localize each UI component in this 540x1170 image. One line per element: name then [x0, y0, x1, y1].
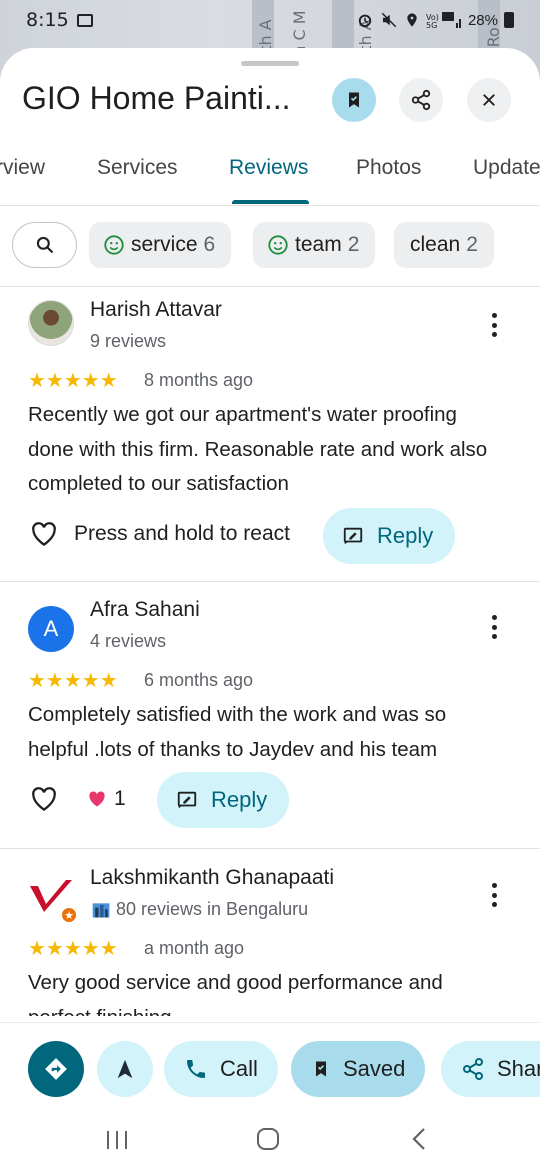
reply-label: Reply: [377, 523, 434, 548]
start-navigation-button[interactable]: [97, 1041, 153, 1097]
share-icon: [411, 89, 431, 111]
home-icon[interactable]: [255, 1126, 281, 1152]
chip-label: clean: [410, 233, 461, 256]
star-rating: ★★★★★: [28, 938, 118, 960]
phone-icon: [187, 1060, 205, 1078]
react-control[interactable]: Press and hold to react: [28, 519, 290, 549]
city-icon: [92, 902, 110, 917]
tab-bar: rview Services Reviews Photos Update: [0, 146, 540, 206]
tab-services[interactable]: Services: [97, 156, 178, 180]
status-bar: 8:15 Vo) 5G 28%: [0, 0, 540, 40]
chip-label: service: [131, 233, 198, 256]
status-time: 8:15: [26, 9, 69, 31]
call-label: Call: [220, 1056, 258, 1081]
location-icon: [407, 13, 417, 27]
recent-apps-icon[interactable]: [104, 1128, 130, 1152]
share-button[interactable]: [399, 78, 443, 122]
directions-button[interactable]: [28, 1041, 84, 1097]
chip-count: 2: [466, 233, 478, 256]
bookmark-icon: [349, 92, 359, 108]
reply-button[interactable]: Reply: [323, 508, 456, 564]
back-icon[interactable]: [408, 1126, 430, 1152]
reviewer-review-count-text: 80 reviews in Bengaluru: [116, 899, 309, 919]
react-label: Press and hold to react: [74, 522, 290, 545]
tab-overview[interactable]: rview: [0, 156, 45, 180]
system-nav-bar: [0, 1112, 540, 1170]
reviewer-name[interactable]: Lakshmikanth Ghanapaati: [90, 866, 334, 890]
reply-button[interactable]: Reply: [157, 772, 290, 828]
review-filter-chips: service 6 team 2 clean 2: [0, 222, 540, 270]
directions-icon: [45, 1058, 67, 1080]
tab-updates[interactable]: Update: [473, 156, 540, 180]
search-reviews-button[interactable]: [12, 222, 77, 268]
share-icon: [463, 1058, 483, 1080]
review-date: a month ago: [144, 938, 245, 958]
reviewer-name[interactable]: Harish Attavar: [90, 298, 222, 322]
mute-icon: [381, 12, 397, 28]
avatar[interactable]: A: [28, 606, 74, 652]
like-button[interactable]: 1: [28, 784, 126, 814]
reviewer-name[interactable]: Afra Sahani: [90, 598, 200, 622]
chip-team[interactable]: team 2: [253, 222, 376, 268]
chip-label: team: [295, 233, 342, 256]
navigation-arrow-icon: [117, 1059, 133, 1079]
call-button[interactable]: Call: [164, 1041, 278, 1097]
heart-outline-icon: [32, 522, 56, 546]
heart-outline-icon: [32, 787, 56, 811]
close-button[interactable]: [467, 78, 511, 122]
more-options-button[interactable]: [484, 310, 504, 340]
divider: [0, 286, 540, 287]
signal-icon: Vo)5G: [426, 12, 461, 29]
star-rating: ★★★★★: [28, 370, 118, 392]
reviewer-review-count: 4 reviews: [90, 631, 167, 651]
saved-button[interactable]: Saved: [291, 1041, 426, 1097]
review-text: Completely satisfied with the work and w…: [28, 703, 447, 761]
reviewer-review-count: 9 reviews: [90, 331, 167, 351]
more-options-button[interactable]: [484, 880, 504, 910]
saved-label: Saved: [343, 1056, 406, 1081]
place-sheet: GIO Home Painti... rview Services Review…: [0, 48, 540, 1170]
smile-icon: [268, 235, 288, 255]
saved-toggle-button[interactable]: [332, 78, 376, 122]
review-text: Very good service and good performance a…: [28, 971, 443, 1016]
alarm-icon: [358, 14, 372, 27]
reply-icon: [177, 791, 197, 809]
reply-icon: [343, 527, 363, 545]
avatar[interactable]: [28, 300, 74, 346]
star-rating: ★★★★★: [28, 670, 118, 692]
chip-count: 6: [203, 233, 216, 256]
more-options-button[interactable]: [484, 612, 504, 642]
status-icons: Vo) 5G 28%: [356, 11, 514, 29]
chip-count: 2: [347, 233, 360, 256]
share-label: Share: [497, 1056, 540, 1081]
chip-clean[interactable]: clean 2: [394, 222, 494, 268]
battery-icon: [504, 12, 514, 28]
gallery-notification-icon: [76, 13, 93, 27]
search-icon: [36, 236, 53, 254]
tab-reviews[interactable]: Reviews: [229, 156, 308, 180]
heart-filled-icon: [89, 791, 105, 807]
active-tab-indicator: [232, 200, 309, 204]
reply-label: Reply: [211, 787, 268, 812]
review-text: Recently we got our apartment's water pr…: [28, 403, 488, 495]
tab-photos[interactable]: Photos: [356, 156, 421, 180]
divider: [0, 848, 540, 849]
reviewer-review-count: 80 reviews in Bengaluru: [90, 899, 308, 920]
svg-text:5G: 5G: [426, 21, 437, 29]
action-bar: Call Saved Share: [0, 1022, 540, 1122]
review-date: 8 months ago: [144, 370, 254, 390]
battery-percent: 28%: [467, 11, 498, 29]
close-icon: [483, 94, 495, 106]
place-title: GIO Home Painti...: [22, 80, 291, 116]
review-date: 6 months ago: [144, 670, 254, 690]
divider: [0, 581, 540, 582]
bookmark-icon: [316, 1061, 326, 1077]
like-count: 1: [114, 787, 126, 810]
chip-service[interactable]: service 6: [89, 222, 232, 268]
smile-icon: [104, 235, 124, 255]
share-action-button[interactable]: Share: [441, 1041, 540, 1097]
drag-handle[interactable]: [241, 61, 299, 66]
local-guide-badge-icon: ★: [60, 906, 78, 924]
